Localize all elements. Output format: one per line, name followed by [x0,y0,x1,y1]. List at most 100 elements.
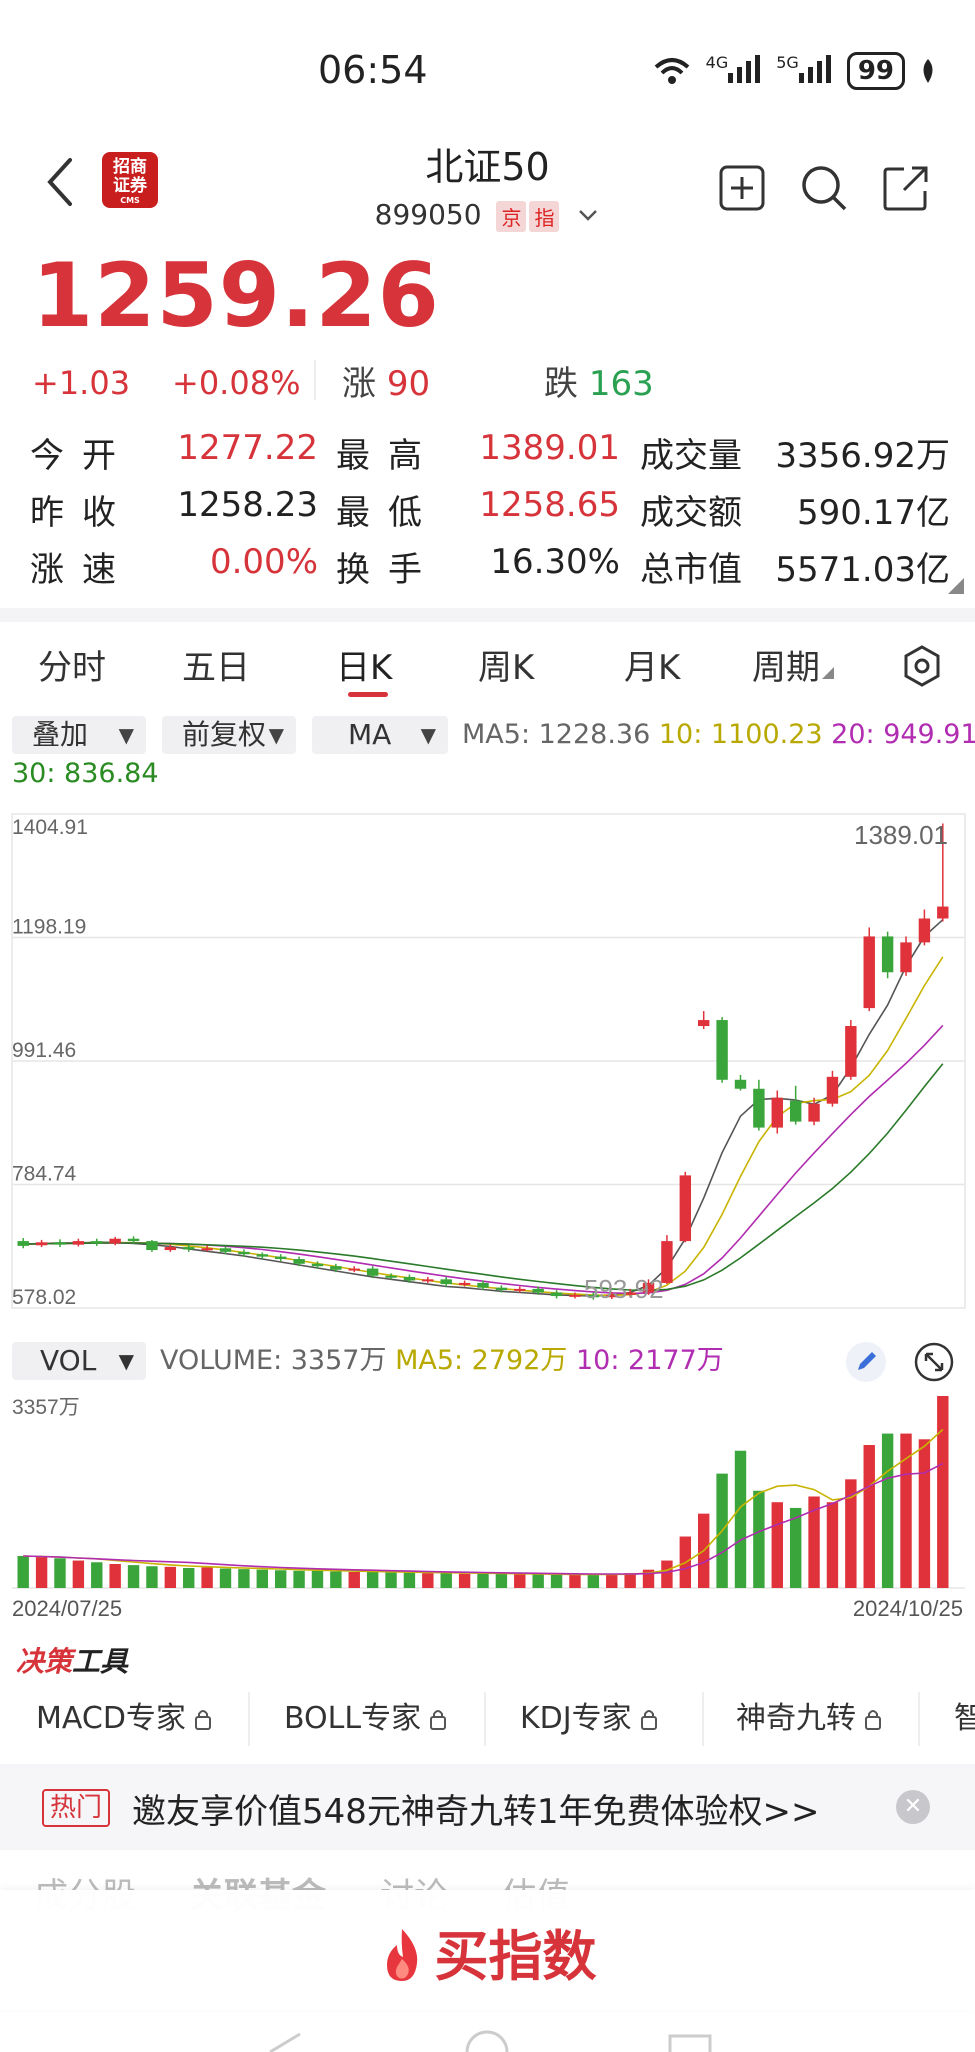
divider [314,360,316,400]
market-tag: 京 [496,200,527,232]
candle [422,1276,434,1283]
lock-icon [865,1710,881,1730]
tab-daily-k[interactable]: 日K [336,640,392,689]
tab-intraday[interactable]: 分时 [38,640,106,689]
low-label: 最低 [336,493,440,533]
tool-kdj[interactable]: KDJ专家 [498,1692,704,1746]
gear-icon[interactable] [900,644,944,688]
lock-icon [430,1710,447,1730]
advancers: 涨 90 [342,364,431,404]
candle [679,1171,692,1243]
price-axis-label: 578.02 [12,1286,76,1309]
tab-period[interactable]: 周期 [752,640,834,689]
search-icon[interactable] [800,164,848,212]
tool-more[interactable]: 智 [930,1692,975,1746]
ma30-value: 30: 836.84 [12,758,159,789]
tab-weekly-k[interactable]: 周K [478,640,534,689]
high-label: 最高 [336,436,440,476]
price-axis-label: 1198.19 [12,916,86,939]
network-5g-icon: 5G [776,53,833,89]
ma-dropdown[interactable]: MA ▼ [312,716,448,754]
adjust-dropdown[interactable]: 前复权 ▼ [162,716,296,754]
volume-bar [385,1572,397,1588]
overlay-dropdown[interactable]: 叠加 ▼ [12,716,146,754]
volume-bar [550,1574,563,1588]
stats-row-1: 今开 1277.22 最高 1389.01 成交量 3356.92万 [30,428,950,485]
volume-bar [109,1563,121,1588]
edit-icon[interactable] [846,1342,886,1382]
status-time: 06:54 [318,48,428,92]
volume-bar [495,1573,508,1588]
volume-bar [569,1574,581,1588]
ma10-line [23,956,944,1297]
ma-values: MA5: 1228.36 10: 1100.23 20: 949.91 [462,716,975,754]
volume-bar [54,1558,66,1588]
promo-text[interactable]: 邀友享价值548元神奇九转1年免费体验权>> [132,1784,820,1833]
chevron-down-icon [579,210,598,221]
tool-magic-nine[interactable]: 神奇九转 [714,1692,920,1746]
leaf-icon [923,59,933,83]
candle [881,931,894,979]
volume-bar [293,1570,305,1588]
decision-tools-title: 决策工具 [16,1645,129,1678]
amount-label: 成交额 [640,493,742,533]
volume-bar [937,1396,949,1588]
tab-five-day[interactable]: 五日 [182,640,250,689]
start-date-label: 2024/07/25 [12,1596,122,1621]
current-price: 1259.26 [32,244,440,347]
candle [789,1085,802,1125]
tool-macd[interactable]: MACD专家 [14,1692,250,1746]
candle [550,1290,563,1299]
tool-boll[interactable]: BOLL专家 [262,1692,486,1746]
lock-icon [194,1710,211,1730]
volume-bar [734,1450,747,1588]
volume-label: 成交量 [640,436,742,476]
volume-bar [624,1573,636,1588]
expand-corner-icon[interactable] [948,578,964,594]
volume-bar [91,1562,103,1588]
speed-label: 涨速 [30,550,134,590]
price-axis-label: 1404.91 [12,816,88,839]
low-value: 1258.65 [479,485,620,525]
volume-bar [164,1566,177,1588]
close-icon[interactable]: ✕ [896,1790,930,1824]
speed-value: 0.00% [209,542,318,582]
volume-bar [238,1569,250,1588]
kline-chart[interactable]: 1404.91 1198.19 991.46 784.74 578.02 1389.01 5… [0,798,975,1338]
candle [348,1266,360,1273]
volume-value: VOLUME: 3357万 [160,1345,387,1376]
candle [35,1239,48,1248]
ma5-line [23,919,944,1297]
volume-bar [146,1566,158,1588]
system-nav-bar [269,2030,712,2052]
volume-bar [477,1573,489,1588]
fire-icon [386,1929,417,1981]
candle [54,1239,66,1248]
end-date-label: 2024/10/25 [853,1596,963,1621]
volume-bar [127,1565,140,1588]
buy-index-button[interactable]: 买指数 [0,1912,975,1991]
candle [900,936,912,976]
price-change-pct: +0.08% [172,364,301,402]
volume-chart[interactable]: 3357万 2024/07/25 2024/10/25 [0,1388,975,1632]
candle [863,927,875,1012]
section-divider [0,608,975,622]
lock-icon [640,1710,657,1730]
stats-row-2: 昨收 1258.23 最低 1258.65 成交额 590.17亿 [30,485,950,542]
candle [146,1239,158,1252]
volume-bar [661,1560,673,1588]
caret-down-icon: ▼ [420,723,436,747]
candle [918,909,931,946]
tab-monthly-k[interactable]: 月K [624,640,680,689]
active-tab-underline [348,692,388,697]
caret-down-icon: ▼ [118,1349,134,1373]
fullscreen-icon[interactable] [914,1342,954,1382]
volume-bar [440,1573,452,1588]
volume-ma5: MA5: 2792万 [395,1345,568,1376]
add-watchlist-icon[interactable] [718,164,766,212]
volume-bar [422,1573,434,1588]
candle [274,1254,287,1262]
volume-bar [771,1502,783,1588]
volume-dropdown[interactable]: VOL ▼ [12,1342,146,1380]
share-icon[interactable] [882,164,930,212]
